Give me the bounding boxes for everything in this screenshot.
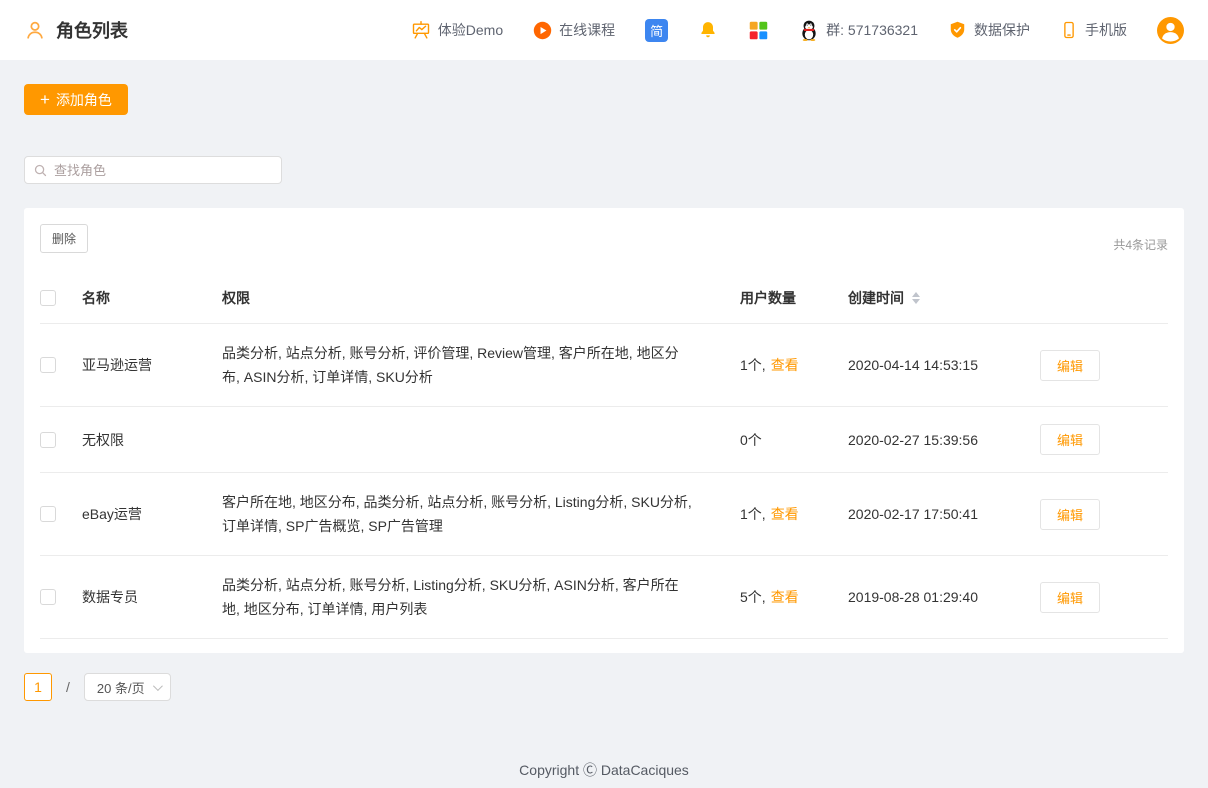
nav-course-label: 在线课程 — [559, 20, 615, 40]
created-time: 2020-02-27 15:39:56 — [848, 411, 1040, 469]
search-icon — [33, 163, 48, 178]
role-name: eBay运营 — [82, 485, 222, 543]
table-row: 亚马逊运营 品类分析, 站点分析, 账号分析, 评价管理, Review管理, … — [40, 324, 1168, 407]
nav-demo-label: 体验Demo — [438, 20, 503, 40]
page-size-select[interactable]: 20 条/页 — [84, 673, 171, 701]
header-left: 角色列表 — [24, 17, 128, 43]
card-toolbar: 删除 共4条记录 — [40, 224, 1168, 253]
view-users-link[interactable]: 查看 — [771, 357, 799, 373]
created-time: 2020-04-14 14:53:15 — [848, 336, 1040, 394]
table-row: 无权限 0个 2020-02-27 15:39:56 编辑 — [40, 407, 1168, 473]
sort-asc-icon — [912, 292, 920, 297]
main-content: + 添加角色 删除 共4条记录 名称 权限 用户数量 创建时间 — [0, 60, 1208, 701]
row-checkbox[interactable] — [40, 357, 56, 373]
edit-button[interactable]: 编辑 — [1040, 424, 1100, 455]
page-title: 角色列表 — [56, 17, 128, 43]
page-number-button[interactable]: 1 — [24, 673, 52, 701]
search-input[interactable] — [54, 163, 273, 178]
delete-button[interactable]: 删除 — [40, 224, 88, 253]
column-name: 名称 — [82, 273, 222, 323]
created-time: 2020-02-17 17:50:41 — [848, 485, 1040, 543]
user-avatar[interactable] — [1157, 17, 1184, 44]
role-name: 亚马逊运营 — [82, 336, 222, 394]
roles-table-card: 删除 共4条记录 名称 权限 用户数量 创建时间 亚马逊运营 — [24, 208, 1184, 653]
chevron-down-icon — [153, 681, 163, 691]
user-count: 5个, — [740, 589, 766, 605]
edit-button[interactable]: 编辑 — [1040, 350, 1100, 381]
view-users-link[interactable]: 查看 — [771, 506, 799, 522]
column-created: 创建时间 — [848, 273, 1040, 323]
role-permissions: 品类分析, 站点分析, 账号分析, Listing分析, SKU分析, ASIN… — [222, 556, 740, 638]
sort-desc-icon — [912, 299, 920, 304]
edit-button[interactable]: 编辑 — [1040, 582, 1100, 613]
role-permissions: 客户所在地, 地区分布, 品类分析, 站点分析, 账号分析, Listing分析… — [222, 473, 740, 555]
presentation-icon — [411, 20, 431, 40]
column-permissions: 权限 — [222, 273, 740, 323]
row-checkbox[interactable] — [40, 432, 56, 448]
top-header: 角色列表 体验Demo 在线课程 简 — [0, 0, 1208, 60]
apps-grid-icon[interactable] — [748, 20, 769, 41]
records-count: 共4条记录 — [1113, 236, 1168, 253]
bell-icon[interactable] — [698, 20, 718, 40]
play-icon — [533, 21, 552, 40]
nav-online-course[interactable]: 在线课程 — [533, 20, 615, 40]
table-header-row: 名称 权限 用户数量 创建时间 — [40, 273, 1168, 324]
user-count: 0个 — [740, 432, 762, 448]
qq-group-label: 群: 571736321 — [826, 20, 918, 40]
table-row: eBay运营 客户所在地, 地区分布, 品类分析, 站点分析, 账号分析, Li… — [40, 473, 1168, 556]
add-role-label: 添加角色 — [56, 90, 112, 110]
row-checkbox[interactable] — [40, 506, 56, 522]
search-box — [24, 156, 282, 184]
copyright-text: Copyright Ⓒ DataCaciques — [519, 762, 689, 778]
created-time: 2019-08-28 01:29:40 — [848, 568, 1040, 626]
role-name: 无权限 — [82, 411, 222, 469]
nav-data-protection[interactable]: 数据保护 — [948, 20, 1030, 40]
column-user-count: 用户数量 — [740, 273, 848, 323]
language-badge[interactable]: 简 — [645, 19, 668, 42]
mobile-version-label: 手机版 — [1085, 20, 1127, 40]
table-row: 数据专员 品类分析, 站点分析, 账号分析, Listing分析, SKU分析,… — [40, 556, 1168, 639]
user-count: 1个, — [740, 357, 766, 373]
role-permissions — [222, 423, 740, 457]
shield-check-icon — [948, 20, 967, 40]
view-users-link[interactable]: 查看 — [771, 589, 799, 605]
nav-mobile-version[interactable]: 手机版 — [1060, 20, 1127, 40]
role-person-icon — [24, 19, 46, 41]
sort-created-control[interactable] — [912, 292, 920, 304]
phone-icon — [1060, 20, 1078, 40]
row-checkbox[interactable] — [40, 589, 56, 605]
role-permissions: 品类分析, 站点分析, 账号分析, 评价管理, Review管理, 客户所在地,… — [222, 324, 740, 406]
edit-button[interactable]: 编辑 — [1040, 499, 1100, 530]
page-separator: / — [66, 679, 70, 695]
user-count: 1个, — [740, 506, 766, 522]
plus-icon: + — [40, 91, 50, 108]
column-created-label: 创建时间 — [848, 288, 904, 308]
add-role-button[interactable]: + 添加角色 — [24, 84, 128, 115]
select-all-checkbox[interactable] — [40, 290, 56, 306]
qq-penguin-icon — [799, 19, 819, 41]
roles-table: 名称 权限 用户数量 创建时间 亚马逊运营 品类分析, 站点分析, 账号分析, … — [40, 273, 1168, 639]
header-nav: 体验Demo 在线课程 简 — [411, 17, 1184, 44]
footer: Copyright Ⓒ DataCaciques — [0, 760, 1208, 780]
column-action — [1040, 283, 1168, 313]
nav-qq-group[interactable]: 群: 571736321 — [799, 19, 918, 41]
role-name: 数据专员 — [82, 568, 222, 626]
page-size-value: 20 条/页 — [97, 678, 145, 697]
nav-demo[interactable]: 体验Demo — [411, 20, 503, 40]
table-body: 亚马逊运营 品类分析, 站点分析, 账号分析, 评价管理, Review管理, … — [40, 324, 1168, 639]
data-protection-label: 数据保护 — [974, 20, 1030, 40]
pagination: 1 / 20 条/页 — [24, 673, 1184, 701]
